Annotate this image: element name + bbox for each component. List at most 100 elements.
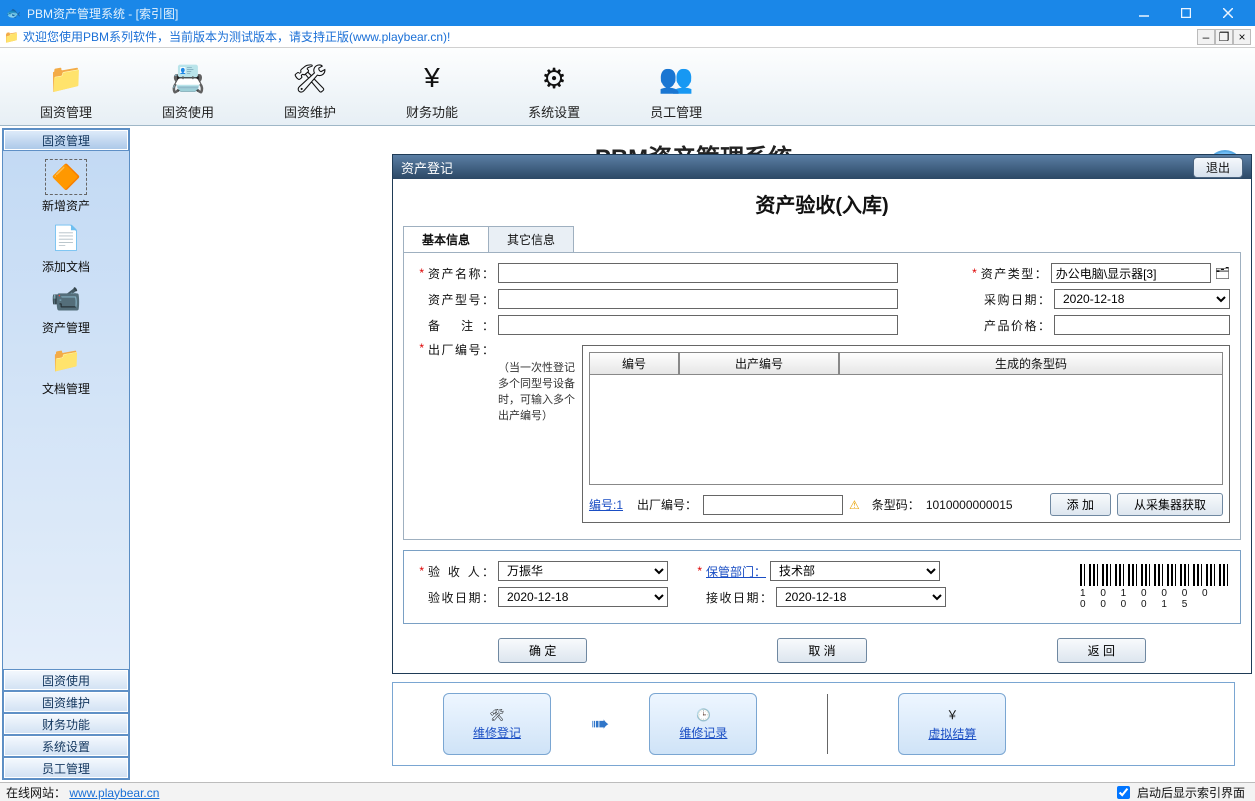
sidebar-panel: 🔶新增资产 📄 添加文档 📹资产管理 📁文档管理: [3, 151, 129, 669]
yen-icon: ￥: [946, 706, 958, 723]
price-label: 产品价格：: [984, 317, 1050, 334]
factory-list-body[interactable]: [589, 375, 1223, 485]
asset-type-input[interactable]: [1051, 263, 1211, 283]
side-add-doc[interactable]: 📄 添加文档: [42, 220, 90, 275]
tb-system[interactable]: ⚙ 系统设置: [528, 52, 580, 121]
nav-asset-use[interactable]: 固资使用: [3, 669, 129, 691]
side-add-doc-icon: 📄: [45, 220, 87, 256]
asset-name-input[interactable]: [498, 263, 898, 283]
tb-asset-manage[interactable]: 📁 固资管理: [40, 52, 92, 121]
tb-asset-manage-label: 固资管理: [40, 102, 92, 121]
show-index-checkbox[interactable]: [1117, 786, 1130, 799]
col-factory-sn: 出产编号: [679, 352, 839, 375]
nav-employee[interactable]: 员工管理: [3, 757, 129, 779]
receiver-label: 验 收 人：: [428, 563, 494, 580]
tb-finance[interactable]: ¥财务功能: [406, 52, 458, 121]
nav-system[interactable]: 系统设置: [3, 735, 129, 757]
check-date-label: 验收日期：: [428, 589, 494, 606]
tb-asset-use-icon: 📇: [168, 58, 208, 98]
window-minimize-button[interactable]: [1123, 0, 1165, 26]
factory-list-header: 编号 出产编号 生成的条型码: [589, 352, 1223, 375]
col-barcode: 生成的条型码: [839, 352, 1223, 375]
mdi-close-button[interactable]: ×: [1233, 29, 1251, 45]
window-close-button[interactable]: [1207, 0, 1249, 26]
asset-type-label: 资产类型：: [981, 265, 1047, 282]
mdi-restore-button[interactable]: ❐: [1215, 29, 1233, 45]
main-area: PBM资产管理系统 ? 资产登记 退出 资产验收(入库) 基本信息 其它信息 *…: [132, 126, 1255, 782]
dept-label-link[interactable]: 保管部门：: [706, 563, 766, 580]
nav-asset-maint[interactable]: 固资维护: [3, 691, 129, 713]
ok-button[interactable]: 确 定: [498, 638, 587, 663]
tb-asset-use[interactable]: 📇固资使用: [162, 52, 214, 121]
arrow-icon: ➠: [591, 711, 609, 737]
tb-asset-maint[interactable]: 🛠固资维护: [284, 52, 336, 121]
receiver-select[interactable]: 万振华: [498, 561, 668, 581]
show-index-text: 启动后显示索引界面: [1137, 784, 1245, 801]
tab-basic-info[interactable]: 基本信息: [403, 226, 489, 252]
menu-bar: 📁 欢迎您使用PBM系列软件，当前版本为测试版本，请支持正版(www.playb…: [0, 26, 1255, 48]
window-maximize-button[interactable]: [1165, 0, 1207, 26]
side-add-doc-label: 添加文档: [42, 258, 90, 275]
show-index-checkbox-label[interactable]: 启动后显示索引界面: [1113, 783, 1245, 801]
side-asset-mgr[interactable]: 📹资产管理: [42, 281, 90, 336]
factory-sn-help: （当一次性登记多个同型号设备时，可输入多个出产编号）: [498, 341, 576, 523]
nav-finance[interactable]: 财务功能: [3, 713, 129, 735]
col-id: 编号: [589, 352, 679, 375]
window-title: PBM资产管理系统 - [索引图]: [27, 5, 178, 22]
card-repair-register[interactable]: 🛠 维修登记: [443, 693, 551, 755]
side-add-asset[interactable]: 🔶新增资产: [42, 159, 90, 214]
status-site-link[interactable]: www.playbear.cn: [69, 786, 159, 800]
remark-label: 备 注：: [428, 317, 494, 334]
barcode-preview: 1 0 1 0 0 0 0 0 0 0 0 1 5: [1080, 564, 1230, 610]
recv-date-label: 接收日期：: [706, 589, 772, 606]
back-button[interactable]: 返 回: [1057, 638, 1146, 663]
tb-employee-label: 员工管理: [650, 102, 702, 121]
card-repair-record-link[interactable]: 维修记录: [679, 724, 727, 741]
card-repair-register-link[interactable]: 维修登记: [473, 724, 521, 741]
purchase-date-select[interactable]: 2020-12-18: [1054, 289, 1230, 309]
asset-type-picker-icon[interactable]: 🗂: [1215, 266, 1230, 280]
status-site-label: 在线网站：: [6, 786, 66, 800]
card-divider: [827, 694, 828, 754]
tb-asset-manage-icon: 📁: [46, 58, 86, 98]
price-input[interactable]: [1054, 315, 1230, 335]
add-button[interactable]: 添 加: [1050, 493, 1111, 516]
remark-input[interactable]: [498, 315, 898, 335]
side-doc-mgr[interactable]: 📁文档管理: [42, 342, 90, 397]
side-add-asset-label: 新增资产: [42, 197, 90, 214]
tb-asset-maint-icon: 🛠: [290, 58, 330, 98]
sn-prefix-link[interactable]: 编号:1: [589, 496, 623, 513]
side-asset-mgr-icon: 📹: [45, 281, 87, 317]
workflow-cards: 🛠 维修登记 ➠ 🕒 维修记录 ￥ 虚拟结算: [392, 682, 1235, 766]
sn-out-input[interactable]: [703, 495, 843, 515]
barcode-value: 1010000000015: [926, 498, 1013, 512]
notice-icon: 📁: [4, 30, 19, 44]
card-virtual-settle-link[interactable]: 虚拟结算: [928, 725, 976, 742]
recv-date-select[interactable]: 2020-12-18: [776, 587, 946, 607]
factory-sn-label: 出厂编号：: [428, 341, 494, 358]
asset-model-label: 资产型号：: [428, 291, 494, 308]
card-repair-record[interactable]: 🕒 维修记录: [649, 693, 757, 755]
warning-icon: ⚠: [849, 498, 860, 512]
dialog-title: 资产登记: [401, 158, 453, 177]
card-virtual-settle[interactable]: ￥ 虚拟结算: [898, 693, 1006, 755]
barcode-text: 1 0 1 0 0 0 0 0 0 0 0 1 5: [1080, 588, 1230, 610]
purchase-date-label: 采购日期：: [984, 291, 1050, 308]
tb-system-icon: ⚙: [534, 58, 574, 98]
dept-select[interactable]: 技术部: [770, 561, 940, 581]
window-titlebar: 🐟 PBM资产管理系统 - [索引图]: [0, 0, 1255, 26]
asset-model-input[interactable]: [498, 289, 898, 309]
main-toolbar: 📁 固资管理 📇固资使用 🛠固资维护 ¥财务功能 ⚙ 系统设置 👥 员工管理: [0, 48, 1255, 126]
check-date-select[interactable]: 2020-12-18: [498, 587, 668, 607]
tab-other-info[interactable]: 其它信息: [488, 226, 574, 252]
tb-employee-icon: 👥: [656, 58, 696, 98]
tb-employee[interactable]: 👥 员工管理: [650, 52, 702, 121]
dialog-exit-button[interactable]: 退出: [1193, 157, 1243, 178]
tb-finance-label: 财务功能: [406, 102, 458, 121]
dialog-heading: 资产验收(入库): [403, 183, 1241, 226]
tb-system-label: 系统设置: [528, 102, 580, 121]
from-collector-button[interactable]: 从采集器获取: [1117, 493, 1223, 516]
cancel-button[interactable]: 取 消: [777, 638, 866, 663]
nav-asset-manage[interactable]: 固资管理: [3, 129, 129, 151]
mdi-minimize-button[interactable]: ‒: [1197, 29, 1215, 45]
